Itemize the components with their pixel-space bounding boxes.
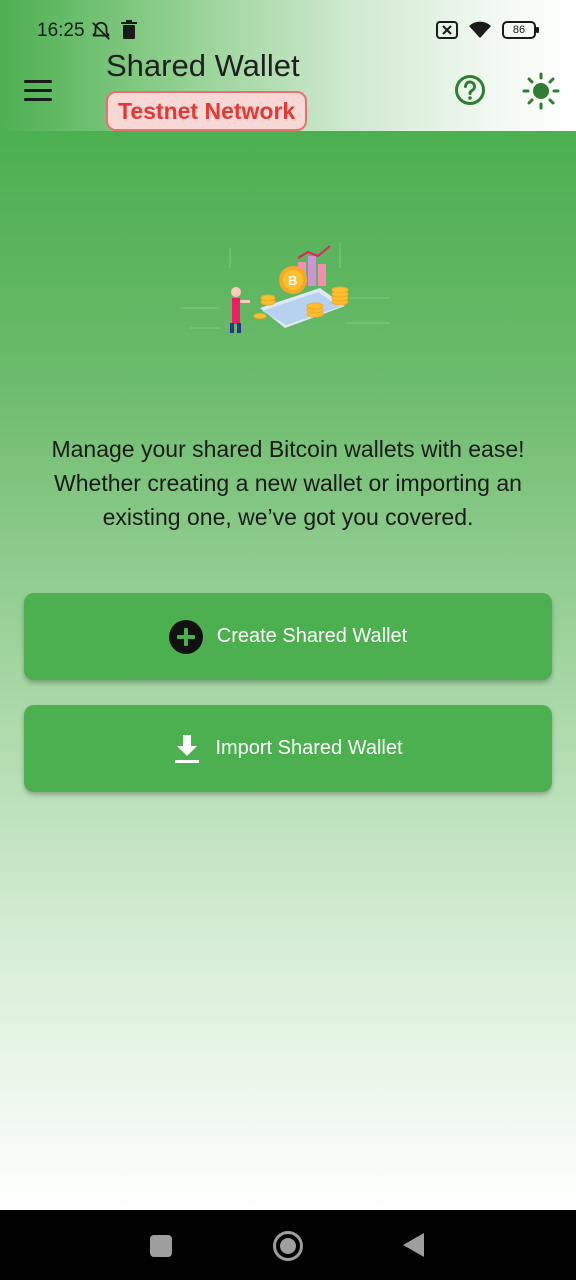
trash-icon xyxy=(121,20,137,39)
battery-icon: 86 xyxy=(502,21,539,39)
import-button-label: Import Shared Wallet xyxy=(215,737,403,759)
import-shared-wallet-button[interactable]: Import Shared Wallet xyxy=(24,705,552,792)
status-time: 16:25 xyxy=(37,20,85,41)
wifi-icon xyxy=(469,21,491,38)
bitcoin-illustration: B xyxy=(180,243,390,333)
download-icon xyxy=(175,734,200,763)
status-left-icons xyxy=(90,20,138,42)
create-button-label: Create Shared Wallet xyxy=(216,625,408,647)
network-badge: Testnet Network xyxy=(106,91,308,131)
home-circle-icon[interactable] xyxy=(273,1231,303,1261)
notifications-off-icon xyxy=(92,21,110,40)
hamburger-menu-icon[interactable] xyxy=(24,74,58,106)
recents-square-icon[interactable] xyxy=(150,1235,172,1257)
sun-icon[interactable] xyxy=(522,72,560,110)
help-circle-icon[interactable] xyxy=(454,74,486,106)
svg-text:B: B xyxy=(288,273,297,288)
page-title: Shared Wallet xyxy=(106,48,300,83)
battery-level: 86 xyxy=(512,24,526,36)
intro-text: Manage your shared Bitcoin wallets with … xyxy=(51,436,525,530)
add-circle-icon xyxy=(168,619,203,654)
create-shared-wallet-button[interactable]: Create Shared Wallet xyxy=(24,593,552,680)
status-right-icons: 86 xyxy=(436,20,539,40)
system-nav-bar xyxy=(0,1210,576,1280)
sim-off-icon xyxy=(436,21,458,39)
back-triangle-icon[interactable] xyxy=(403,1233,424,1257)
